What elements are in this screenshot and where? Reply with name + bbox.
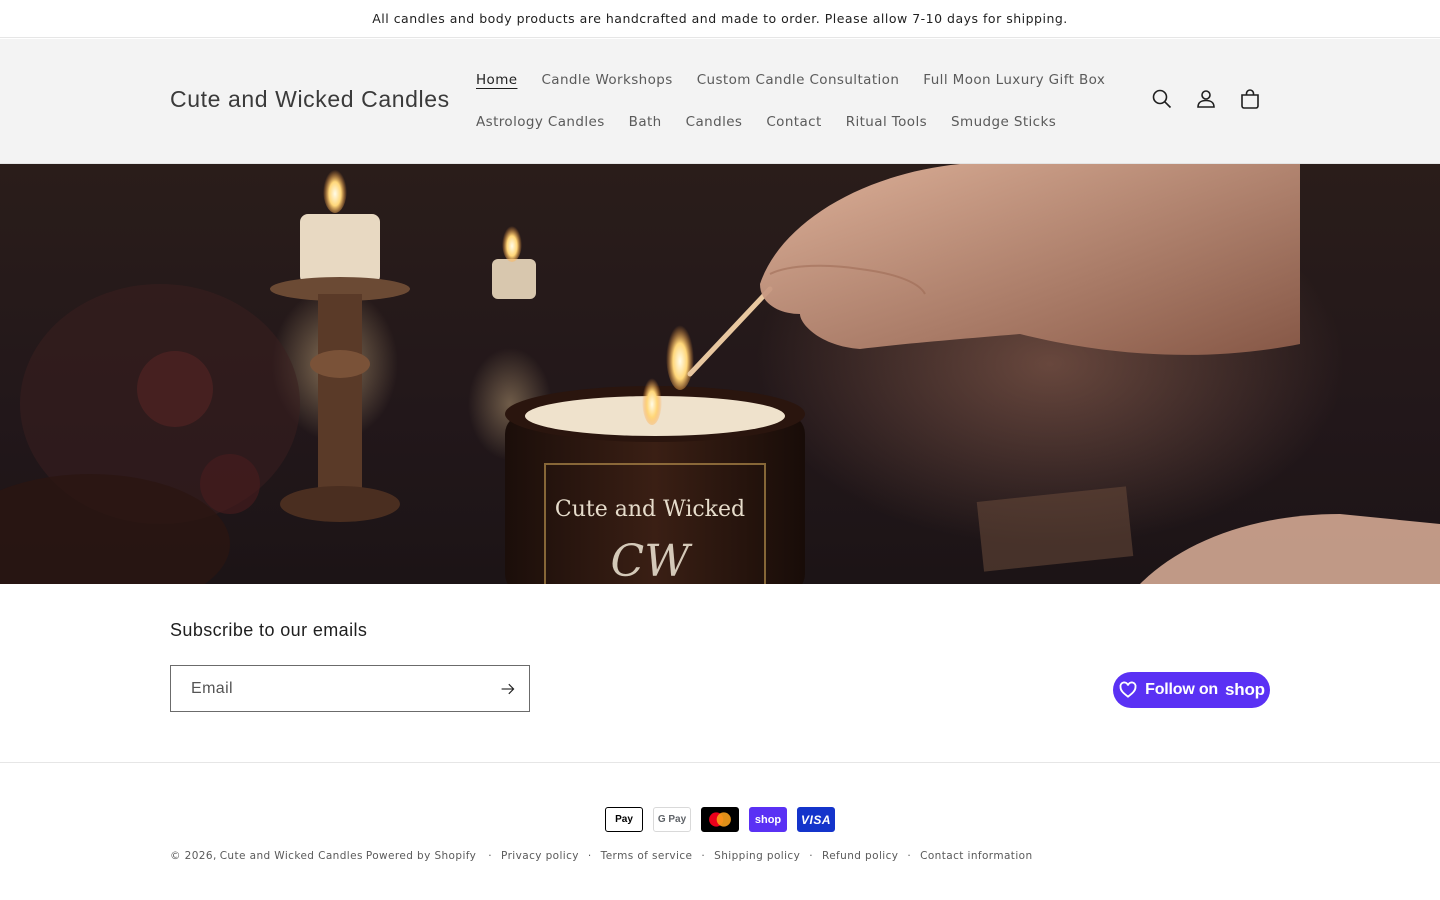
follow-label: Follow on	[1145, 681, 1219, 698]
store-logo-link[interactable]: Cute and Wicked Candles	[170, 86, 450, 113]
header-icons	[1150, 87, 1262, 111]
mastercard-circles	[709, 812, 731, 827]
copyright: © 2026, Cute and Wicked Candles Powered by…	[170, 850, 479, 862]
visa-icon: VISA	[797, 807, 835, 832]
mastercard-icon	[701, 807, 739, 832]
separator-dot: ·	[587, 850, 592, 862]
apple-pay-icon: Pay	[605, 807, 643, 832]
hero-banner-image: Cute and Wicked CW	[0, 164, 1440, 584]
separator-dot: ·	[701, 850, 706, 862]
subscribe-submit-button[interactable]	[497, 678, 519, 700]
refund-policy-link[interactable]: Refund policy	[822, 850, 898, 862]
shop-pay-text: shop	[754, 813, 782, 826]
main-nav-row-1: Home Candle Workshops Custom Candle Cons…	[476, 72, 1105, 88]
separator-dot: ·	[907, 850, 912, 862]
shop-pay-icon: shop	[749, 807, 787, 832]
search-icon[interactable]	[1150, 87, 1174, 111]
cart-icon[interactable]	[1238, 87, 1262, 111]
site-header: Cute and Wicked Candles Home Candle Work…	[0, 39, 1440, 164]
hero-candle-illustration: Cute and Wicked CW	[0, 164, 1440, 584]
shipping-policy-link[interactable]: Shipping policy	[714, 850, 800, 862]
email-input[interactable]	[171, 666, 491, 711]
terms-of-service-link[interactable]: Terms of service	[601, 850, 693, 862]
jar-monogram-text: CW	[611, 536, 694, 584]
nav-item-full-moon-gift-box[interactable]: Full Moon Luxury Gift Box	[923, 72, 1105, 88]
account-icon[interactable]	[1194, 87, 1218, 111]
heart-icon	[1119, 681, 1137, 698]
arrow-right-icon	[501, 683, 515, 695]
nav-item-contact[interactable]: Contact	[766, 114, 821, 130]
nav-item-bath[interactable]: Bath	[629, 114, 662, 130]
shop-brand-text: shop	[1225, 680, 1265, 699]
nav-item-ritual-tools[interactable]: Ritual Tools	[846, 114, 927, 130]
google-pay-text: G Pay	[657, 814, 687, 825]
nav-item-custom-candle-consultation[interactable]: Custom Candle Consultation	[697, 72, 900, 88]
store-name-link[interactable]: Cute and Wicked Candles	[220, 850, 363, 862]
newsletter-email-form	[170, 665, 530, 712]
jar-label-text: Cute and Wicked	[555, 497, 745, 522]
separator-dot: ·	[488, 850, 493, 862]
newsletter-title: Subscribe to our emails	[170, 620, 368, 640]
privacy-policy-link[interactable]: Privacy policy	[501, 850, 579, 862]
contact-information-link[interactable]: Contact information	[920, 850, 1032, 862]
nav-item-candle-workshops[interactable]: Candle Workshops	[541, 72, 672, 88]
footer-divider	[0, 762, 1440, 763]
separator-dot: ·	[809, 850, 813, 862]
main-nav-row-2: Astrology Candles Bath Candles Contact R…	[476, 114, 1056, 130]
footer-legal: © 2026, Cute and Wicked Candles Powered by…	[170, 850, 1033, 862]
payment-icons: Pay G Pay shop VISA	[605, 807, 835, 832]
google-pay-icon: G Pay	[653, 807, 691, 832]
nav-item-astrology-candles[interactable]: Astrology Candles	[476, 114, 605, 130]
nav-item-home[interactable]: Home	[476, 72, 517, 88]
apple-pay-text: Pay	[615, 814, 633, 825]
copyright-prefix: © 2026,	[170, 850, 217, 862]
follow-on-shop-button[interactable]: Follow on shop	[1113, 672, 1270, 708]
visa-text: VISA	[800, 812, 831, 827]
powered-by-shopify-link[interactable]: Powered by Shopify	[366, 850, 476, 862]
nav-item-smudge-sticks[interactable]: Smudge Sticks	[951, 114, 1056, 130]
announcement-bar: All candles and body products are handcr…	[0, 0, 1440, 38]
nav-item-candles[interactable]: Candles	[686, 114, 743, 130]
announcement-text: All candles and body products are handcr…	[372, 11, 1068, 26]
